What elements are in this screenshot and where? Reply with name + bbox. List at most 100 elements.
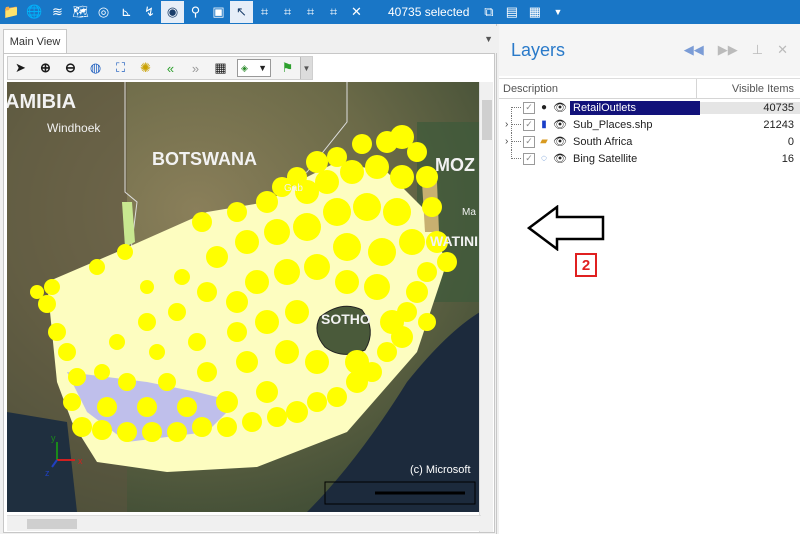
visibility-checkbox[interactable]: ✓ xyxy=(523,135,535,148)
open-folder-icon[interactable]: 📁 xyxy=(0,1,23,23)
select-line-icon[interactable]: ⌗ xyxy=(299,1,322,23)
label-botswana: BOTSWANA xyxy=(152,149,257,169)
eye-icon[interactable]: 👁 xyxy=(553,152,567,165)
tree-connector: › xyxy=(499,133,523,150)
map-horizontal-scrollbar[interactable] xyxy=(7,515,481,531)
visibility-checkbox[interactable]: ✓ xyxy=(523,152,535,165)
map-icon[interactable]: 🗺 xyxy=(69,1,92,23)
settings-icon[interactable]: ✺ xyxy=(133,57,158,79)
basemap-icon: ◈ xyxy=(241,62,248,73)
tab-main-view[interactable]: Main View xyxy=(3,29,67,53)
map-toolbar: ➤ ⊕ ⊖ ◍ ⛶ ✺ « » ▦ ◈ ▼ ⚑ ▼ xyxy=(7,56,313,80)
route-icon[interactable]: ↯ xyxy=(138,1,161,23)
toolbar-overflow-icon[interactable]: ▼ xyxy=(300,57,312,79)
column-description[interactable]: Description xyxy=(499,79,697,98)
axis-x-label: x xyxy=(78,456,83,466)
close-icon[interactable]: ✕ xyxy=(777,42,788,58)
layer-name: Bing Satellite xyxy=(573,152,638,165)
layers-table: Description Visible Items ✓ ● 👁 RetailOu… xyxy=(499,78,800,534)
tab-dropdown-icon[interactable]: ▼ xyxy=(484,34,493,44)
shapefile-symbol-icon: ▮ xyxy=(541,119,547,130)
zoom-selection-icon[interactable]: ⧉ xyxy=(477,1,500,23)
layer-row-bing-satellite[interactable]: ✓ ◌ 👁 Bing Satellite 16 xyxy=(499,150,800,167)
label-namibia: AMIBIA xyxy=(7,91,76,113)
full-extent-icon[interactable]: ⛶ xyxy=(108,57,133,79)
layer-count: 0 xyxy=(787,135,794,148)
horizontal-scroll-thumb[interactable] xyxy=(27,519,77,529)
tree-connector xyxy=(499,150,523,167)
label-ma: Ma xyxy=(462,207,476,218)
layer-count: 16 xyxy=(781,152,794,165)
table-icon[interactable]: ▤ xyxy=(500,1,523,23)
shapefile-icon[interactable]: ◎ xyxy=(92,1,115,23)
eye-icon[interactable]: 👁 xyxy=(553,135,567,148)
layer-row-retailoutlets[interactable]: ✓ ● 👁 RetailOutlets 40735 xyxy=(499,99,800,116)
expand-icon[interactable]: › xyxy=(505,119,508,130)
point-symbol-icon: ● xyxy=(540,102,548,113)
document-area: Main View ▼ ➤ ⊕ ⊖ ◍ ⛶ ✺ « » ▦ ◈ ▼ ⚑ ▼ AM… xyxy=(0,24,497,534)
layers-panel: Layers ◀◀ ▶▶ ⊥ ✕ Description Visible Ite… xyxy=(499,24,800,534)
globe-edit-icon[interactable]: 🌐 xyxy=(23,1,46,23)
collapse-left-icon[interactable]: ◀◀ xyxy=(684,42,704,58)
eye-icon[interactable]: 👁 xyxy=(553,101,567,114)
tree-connector: › xyxy=(499,116,523,133)
visibility-checkbox[interactable]: ✓ xyxy=(523,118,535,131)
map-svg: AMIBIA Windhoek BOTSWANA Gab MOZ Ma WATI… xyxy=(7,82,480,512)
satellite-icon: ◌ xyxy=(541,153,547,164)
eye-icon[interactable]: 👁 xyxy=(553,118,567,131)
globe-icon[interactable]: ◍ xyxy=(83,57,108,79)
main-toolbar: 📁 🌐 ≋ 🗺 ◎ ⊾ ↯ ◉ ⚲ ▣ ↖ ⌗ ⌗ ⌗ ⌗ ✕ 40735 se… xyxy=(0,0,800,24)
pin-icon[interactable]: ⚲ xyxy=(184,1,207,23)
annotation-badge: 2 xyxy=(575,253,597,277)
zoom-out-icon[interactable]: ⊖ xyxy=(58,57,83,79)
clear-selection-icon[interactable]: ✕ xyxy=(345,1,368,23)
excel-icon[interactable]: ▦ xyxy=(523,1,546,23)
label-mozambique: MOZ xyxy=(435,155,475,175)
column-visible-items[interactable]: Visible Items xyxy=(697,79,800,98)
frame-icon[interactable]: ▣ xyxy=(207,1,230,23)
tab-strip: Main View ▼ xyxy=(0,26,497,53)
axis-z-label: z xyxy=(45,468,50,478)
select-polygon-icon[interactable]: ⌗ xyxy=(253,1,276,23)
layer-row-south-africa[interactable]: › ✓ ▰ 👁 South Africa 0 xyxy=(499,133,800,150)
layers-icon[interactable]: ≋ xyxy=(46,1,69,23)
vertical-scroll-thumb[interactable] xyxy=(482,100,492,140)
visibility-checkbox[interactable]: ✓ xyxy=(523,101,535,114)
globe-icon[interactable]: ◉ xyxy=(161,1,184,23)
map-vertical-scrollbar[interactable] xyxy=(479,82,493,532)
layers-controls: ◀◀ ▶▶ ⊥ ✕ xyxy=(684,42,788,58)
basemap-dropdown[interactable]: ◈ ▼ xyxy=(237,59,271,77)
annotation-arrow-icon xyxy=(527,205,605,251)
axis-y-label: y xyxy=(51,433,56,443)
forward-icon[interactable]: » xyxy=(183,57,208,79)
tree-connector xyxy=(499,99,523,116)
expand-icon[interactable]: › xyxy=(505,136,508,147)
pin-icon[interactable]: ⊥ xyxy=(752,42,763,58)
tab-main-view-label: Main View xyxy=(9,35,61,48)
label-windhoek: Windhoek xyxy=(47,121,101,135)
select-lasso-icon[interactable]: ⌗ xyxy=(276,1,299,23)
expand-right-icon[interactable]: ▶▶ xyxy=(718,42,738,58)
layer-count: 40735 xyxy=(700,101,800,114)
chart-icon[interactable]: ⊾ xyxy=(115,1,138,23)
pointer-icon[interactable]: ➤ xyxy=(8,57,33,79)
map-canvas[interactable]: AMIBIA Windhoek BOTSWANA Gab MOZ Ma WATI… xyxy=(7,82,480,512)
layer-row-subplaces[interactable]: › ✓ ▮ 👁 Sub_Places.shp 21243 xyxy=(499,116,800,133)
folder-icon: ▰ xyxy=(540,136,548,147)
chevron-down-icon: ▼ xyxy=(258,63,267,73)
grid-icon[interactable]: ▦ xyxy=(208,57,233,79)
layers-header: Layers ◀◀ ▶▶ ⊥ ✕ xyxy=(499,24,800,76)
back-icon[interactable]: « xyxy=(158,57,183,79)
label-eswatini: WATINI xyxy=(430,233,478,249)
select-rect-icon[interactable]: ⌗ xyxy=(322,1,345,23)
zoom-in-icon[interactable]: ⊕ xyxy=(33,57,58,79)
select-point-icon[interactable]: ↖ xyxy=(230,1,253,23)
atlantic-ocean xyxy=(7,412,77,512)
layer-count: 21243 xyxy=(763,118,794,131)
layer-name: South Africa xyxy=(573,135,633,148)
label-lesotho: SOTHO xyxy=(321,311,371,327)
layers-title: Layers xyxy=(511,39,566,60)
pin-icon[interactable]: ⚑ xyxy=(275,57,300,79)
dropdown-arrow-icon[interactable]: ▼ xyxy=(546,1,569,23)
layer-name: RetailOutlets xyxy=(570,100,700,115)
